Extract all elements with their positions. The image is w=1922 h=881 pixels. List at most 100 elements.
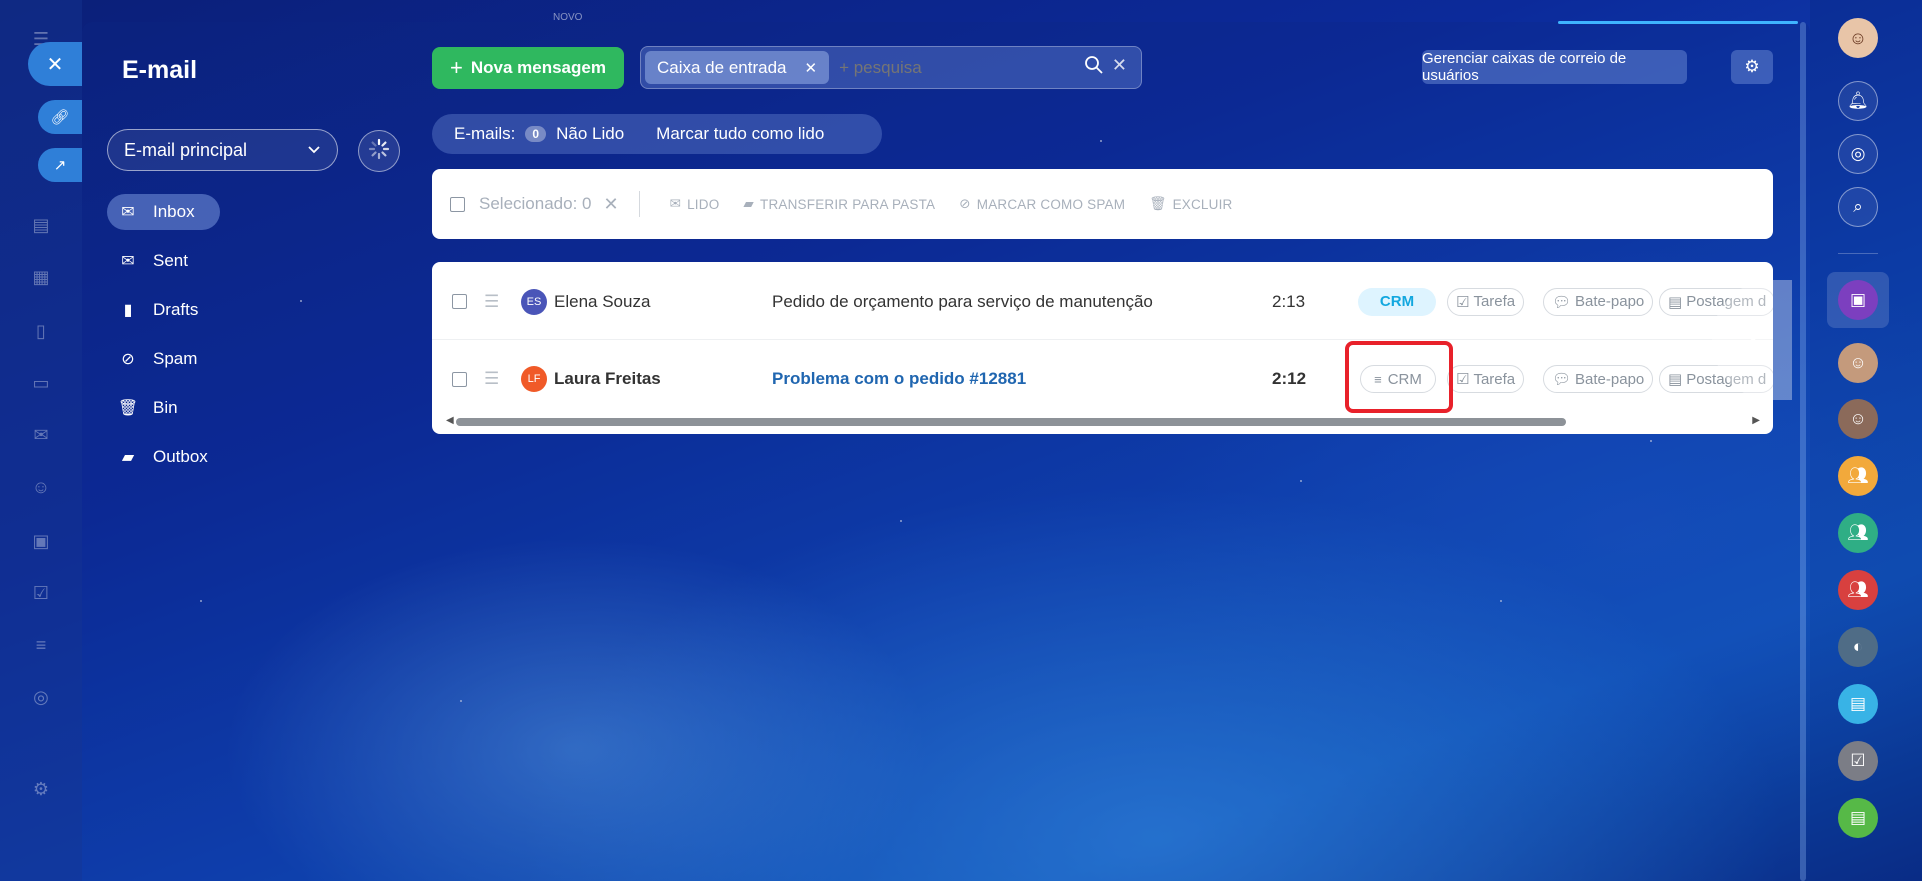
messages-button[interactable]: ▤ [1838, 684, 1878, 724]
vertical-scrollbar[interactable] [1800, 22, 1806, 881]
search-box[interactable]: Caixa de entrada ✕ ✕ [640, 46, 1142, 89]
activity-button[interactable]: ◎ [1838, 134, 1878, 174]
refresh-button[interactable] [358, 130, 400, 172]
message-subject[interactable]: Pedido de orçamento para serviço de manu… [772, 292, 1153, 312]
select-all-checkbox[interactable] [450, 196, 465, 212]
copy-link-button[interactable]: 🔗︎ [38, 100, 82, 134]
group-chat-button[interactable]: 👥︎ [1838, 570, 1878, 610]
calendar-icon[interactable]: ▦ [28, 264, 54, 290]
groups-icon[interactable]: ▣ [28, 528, 54, 554]
trash-icon: 🗑︎ [117, 400, 139, 417]
drag-handle-icon[interactable]: ☰ [484, 292, 499, 312]
group-chat-button[interactable]: 👥︎ [1838, 513, 1878, 553]
row-checkbox[interactable] [452, 294, 467, 309]
folder-inbox[interactable]: ✉ Inbox [107, 194, 220, 230]
funnel-icon[interactable]: ≡ [28, 632, 54, 658]
scroll-right-icon[interactable]: ▶ [1752, 415, 1760, 426]
contacts-icon[interactable]: ☺ [28, 474, 54, 500]
mark-read-action[interactable]: ✉ LIDO [670, 196, 720, 212]
document-icon: ▮ [123, 302, 133, 319]
task-button[interactable]: ☑ Tarefa [1447, 287, 1525, 316]
mark-all-read-button[interactable]: Marcar tudo como lido [656, 124, 824, 144]
search-icon[interactable] [1084, 55, 1104, 80]
crm-button[interactable]: CRM [1358, 287, 1436, 316]
folder-list: ✉ Inbox ✉ Sent ▮ Drafts ⊘ Spam 🗑︎ Bin ▰ … [107, 194, 222, 488]
user-avatar[interactable]: ☺ [1838, 18, 1878, 58]
sender-name[interactable]: Laura Freitas [554, 369, 661, 389]
folder-label: Spam [153, 349, 198, 368]
move-to-folder-action[interactable]: ▰ TRANSFERIR PARA PASTA [743, 196, 935, 212]
pill-label: Bate-papo [1575, 293, 1645, 310]
loading-progress-bar [1558, 21, 1798, 24]
folder-spam[interactable]: ⊘ Spam [107, 341, 222, 377]
avatar: ES [521, 288, 547, 315]
mailbox-select[interactable]: E-mail principal [107, 129, 338, 171]
row-checkbox[interactable] [452, 371, 467, 387]
mail-icon[interactable]: ✉ [28, 422, 54, 448]
clear-icon[interactable]: ✕ [1112, 55, 1127, 80]
target-icon[interactable]: ◎ [28, 684, 54, 710]
chat-avatar[interactable]: ☺ [1838, 343, 1878, 383]
task-icon: ☑ [1456, 293, 1470, 311]
tasks-icon[interactable]: ☑ [28, 580, 54, 606]
folder-bin[interactable]: 🗑︎ Bin [107, 390, 222, 426]
bell-icon: 🔔︎ [1847, 91, 1869, 110]
search-button[interactable]: ⌕ [1838, 187, 1878, 227]
pill-label: Bate-papo [1575, 370, 1645, 388]
sender-name[interactable]: Elena Souza [554, 292, 650, 312]
chat-button[interactable]: 💬︎ Bate-papo [1543, 287, 1654, 316]
notes-button[interactable]: ▤ [1838, 798, 1878, 838]
filter-chip-label: Caixa de entrada [657, 57, 787, 77]
mark-spam-action[interactable]: ⊘ MARCAR COMO SPAM [959, 196, 1125, 212]
chat-icon: 💬︎ [1552, 371, 1572, 388]
open-new-window-button[interactable]: ↗ [38, 148, 82, 182]
close-slider-button[interactable]: ✕ [28, 42, 82, 86]
tasks-button[interactable]: ☑ [1838, 741, 1878, 781]
person-icon: ☺ [1849, 409, 1867, 428]
table-row[interactable]: ☰ ES Elena Souza Pedido de orçamento par… [432, 264, 1773, 340]
close-icon[interactable]: ✕ [804, 59, 817, 77]
contact-center-button[interactable]: ▣ [1838, 280, 1878, 320]
group-chat-button[interactable]: 👥︎ [1838, 456, 1878, 496]
chevron-down-icon [307, 142, 321, 158]
folder-sent[interactable]: ✉ Sent [107, 243, 222, 279]
chat-button[interactable]: 💬︎ Bate-papo [1543, 365, 1654, 393]
delete-action[interactable]: 🗑︎ EXCLUIR [1149, 196, 1232, 212]
folder-outbox[interactable]: ▰ Outbox [107, 439, 222, 475]
table-row[interactable]: ☰ LF Laura Freitas Problema com o pedido… [432, 341, 1773, 417]
mailbox-select-value: E-mail principal [124, 139, 248, 160]
folder-label: Drafts [153, 300, 199, 319]
mail-slider-panel [82, 22, 1810, 881]
selected-count: Selecionado: 0 [479, 194, 592, 213]
clear-selection-icon[interactable]: ✕ [603, 194, 618, 215]
scrollbar-thumb[interactable] [456, 418, 1566, 426]
horizontal-scrollbar[interactable]: ◀ ▶ [446, 415, 1760, 427]
task-button[interactable]: ☑ Tarefa [1447, 365, 1525, 393]
chat-avatar[interactable]: ☺ [1838, 399, 1878, 439]
chat-avatar[interactable]: ◐ [1838, 627, 1878, 667]
plus-icon: + [450, 55, 463, 80]
search-input[interactable] [839, 57, 1084, 78]
manage-mailboxes-button[interactable]: Gerenciar caixas de correio de usuários [1422, 50, 1687, 84]
drive-icon[interactable]: ▭ [28, 370, 54, 396]
trash-icon: 🗑︎ [1149, 196, 1167, 211]
unread-filter[interactable]: Não Lido [556, 124, 624, 144]
document-icon[interactable]: ▯ [28, 318, 54, 344]
notes-icon: ▤ [1849, 808, 1867, 827]
drag-handle-icon[interactable]: ☰ [484, 369, 499, 389]
new-message-button[interactable]: + Nova mensagem [432, 47, 624, 89]
highlight-annotation [1345, 341, 1453, 413]
group-icon: 👥︎ [1847, 580, 1869, 599]
filter-chip[interactable]: Caixa de entrada ✕ [645, 51, 830, 84]
folder-drafts[interactable]: ▮ Drafts [107, 292, 222, 328]
settings-icon[interactable]: ⚙ [28, 776, 54, 802]
post-icon: ▤ [1668, 371, 1683, 388]
notifications-button[interactable]: 🔔︎ [1838, 81, 1878, 121]
scroll-left-icon[interactable]: ◀ [446, 415, 454, 426]
message-subject[interactable]: Problema com o pedido #12881 [772, 369, 1026, 389]
chat-icon: 💬︎ [1552, 293, 1572, 311]
check-icon: ☑ [1850, 751, 1866, 770]
feed-icon[interactable]: ▤ [28, 212, 54, 238]
pill-label: Tarefa [1473, 370, 1516, 388]
settings-button[interactable]: ⚙ [1731, 50, 1773, 84]
